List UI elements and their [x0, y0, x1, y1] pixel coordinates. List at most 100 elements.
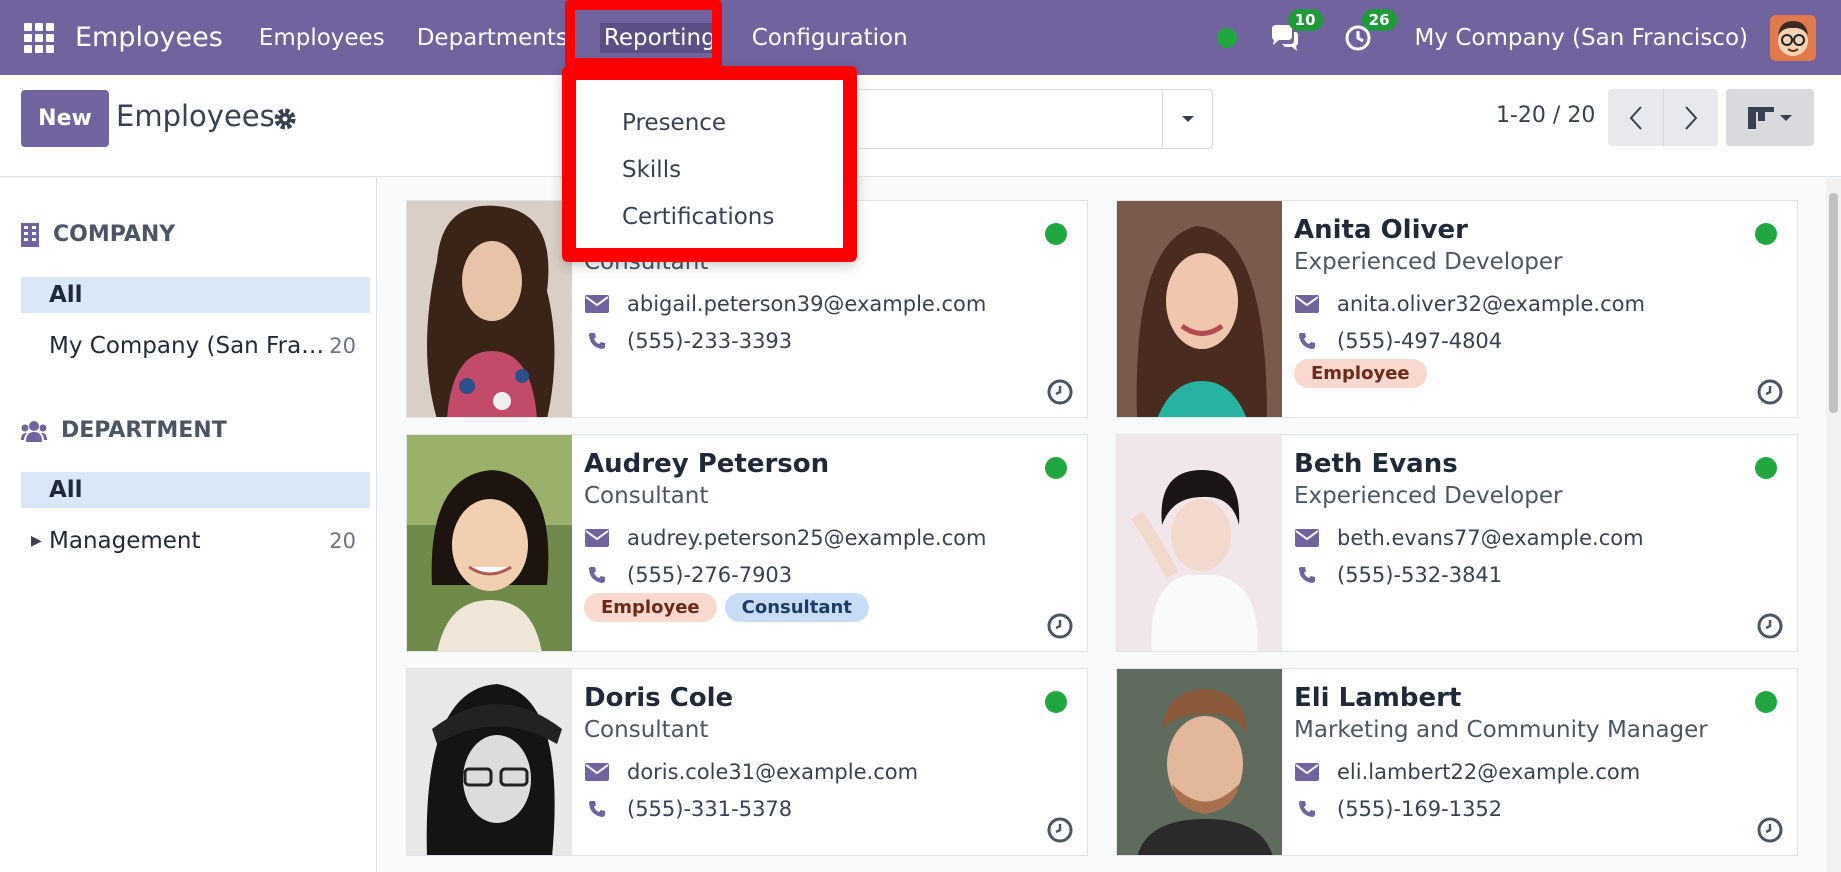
company-switcher[interactable]: My Company (San Francisco) [1415, 25, 1748, 51]
pager-previous-button[interactable] [1608, 89, 1663, 146]
activity-clock-icon[interactable] [1756, 612, 1784, 640]
department-section-label: DEPARTMENT [61, 418, 227, 443]
employee-phone-line: (555)-233-3393 [584, 322, 1077, 359]
menu-configuration[interactable]: Configuration [736, 0, 924, 75]
activity-clock-icon[interactable] [1756, 378, 1784, 406]
employee-email: audrey.peterson25@example.com [627, 525, 987, 550]
filter-label: Management [49, 528, 201, 554]
pager-buttons [1608, 89, 1718, 146]
employee-card[interactable]: Anita Oliver Experienced Developer anita… [1116, 200, 1798, 418]
messages-badge: 10 [1287, 8, 1323, 31]
filter-label: All [49, 282, 83, 308]
pager-next-button[interactable] [1663, 89, 1718, 146]
employee-photo [1117, 669, 1282, 855]
employee-tags: Employee Consultant [584, 593, 1077, 622]
menu-departments[interactable]: Departments [401, 0, 584, 75]
envelope-icon [584, 294, 610, 313]
employee-phone: (555)-331-5378 [627, 796, 793, 821]
employee-email: abigail.peterson39@example.com [627, 291, 987, 316]
chevron-right-icon [1685, 105, 1698, 130]
employee-name: Anita Oliver [1294, 215, 1468, 245]
presence-dot [1045, 223, 1067, 245]
users-icon [21, 420, 47, 442]
employee-name: Doris Cole [584, 683, 734, 713]
employee-phone-line: (555)-497-4804 [1294, 322, 1787, 359]
menu-item-presence[interactable]: Presence [622, 110, 726, 136]
kanban-scrollbar[interactable] [1826, 178, 1841, 872]
employee-tags: Employee [1294, 359, 1787, 388]
employee-phone-line: (555)-276-7903 [584, 556, 1077, 593]
scrollbar-thumb[interactable] [1829, 193, 1838, 413]
employee-email: beth.evans77@example.com [1337, 525, 1644, 550]
phone-icon [1294, 800, 1320, 818]
company-filter-my-company[interactable]: My Company (San Fra… 20 [21, 328, 370, 364]
activities-button[interactable]: 26 [1341, 8, 1397, 55]
chevron-left-icon [1629, 105, 1642, 130]
employee-card[interactable]: Doris Cole Consultant doris.cole31@examp… [406, 668, 1088, 856]
employee-email: eli.lambert22@example.com [1337, 759, 1641, 784]
activity-clock-icon[interactable] [1046, 612, 1074, 640]
employee-photo [407, 201, 572, 417]
presence-dot [1045, 457, 1067, 479]
phone-icon [1294, 566, 1320, 584]
presence-dot [1045, 691, 1067, 713]
menu-employees[interactable]: Employees [243, 0, 401, 75]
highlight-reporting [565, 0, 722, 68]
caret-right-icon[interactable]: ▶ [31, 533, 42, 549]
department-filter-management[interactable]: ▶ Management 20 [21, 523, 370, 559]
apps-menu-icon[interactable] [21, 20, 57, 56]
phone-icon [584, 332, 610, 350]
gear-icon[interactable] [272, 106, 298, 132]
activity-clock-icon[interactable] [1046, 378, 1074, 406]
envelope-icon [584, 528, 610, 547]
envelope-icon [584, 762, 610, 781]
employee-email-line: audrey.peterson25@example.com [584, 519, 1077, 556]
envelope-icon [1294, 762, 1320, 781]
new-button[interactable]: New [21, 90, 109, 147]
presence-status-dot [1216, 27, 1237, 48]
employee-email-line: beth.evans77@example.com [1294, 519, 1787, 556]
employee-email-line: eli.lambert22@example.com [1294, 753, 1787, 790]
employee-email: doris.cole31@example.com [627, 759, 919, 784]
employee-card[interactable]: Audrey Peterson Consultant audrey.peters… [406, 434, 1088, 652]
employee-phone: (555)-276-7903 [627, 562, 793, 587]
kanban-view: Consultant abigail.peterson39@example.co… [378, 178, 1841, 872]
employee-photo [1117, 435, 1282, 651]
search-input[interactable] [820, 89, 1213, 149]
filter-label: My Company (San Fra… [49, 333, 325, 359]
messages-button[interactable]: 10 [1267, 8, 1323, 55]
menu-item-skills[interactable]: Skills [622, 157, 681, 183]
employee-phone-line: (555)-169-1352 [1294, 790, 1787, 827]
company-section-label: COMPANY [53, 222, 176, 247]
company-filter-all[interactable]: All [21, 277, 370, 313]
employee-card[interactable]: Eli Lambert Marketing and Community Mana… [1116, 668, 1798, 856]
employee-job: Consultant [584, 717, 709, 743]
tag-consultant: Consultant [724, 593, 869, 622]
phone-icon [584, 566, 610, 584]
top-navbar: Employees Employees Departments Reportin… [0, 0, 1841, 75]
search-panel: COMPANY All My Company (San Fra… 20 DEPA… [0, 178, 377, 872]
user-avatar-icon [1770, 14, 1816, 61]
employee-phone-line: (555)-532-3841 [1294, 556, 1787, 593]
search-options-toggle[interactable] [1162, 90, 1212, 148]
employee-email-line: doris.cole31@example.com [584, 753, 1077, 790]
employee-job: Experienced Developer [1294, 483, 1563, 509]
employee-email-line: anita.oliver32@example.com [1294, 285, 1787, 322]
pager-value[interactable]: 1-20 / 20 [1496, 103, 1595, 128]
menu-item-certifications[interactable]: Certifications [622, 204, 774, 230]
employee-photo [1117, 201, 1282, 417]
activity-clock-icon[interactable] [1046, 816, 1074, 844]
app-title[interactable]: Employees [75, 22, 223, 53]
view-switcher-button[interactable] [1726, 89, 1814, 146]
employee-card[interactable]: Beth Evans Experienced Developer beth.ev… [1116, 434, 1798, 652]
reporting-dropdown-menu: Presence Skills Certifications [562, 66, 857, 262]
presence-dot [1755, 223, 1777, 245]
employee-job: Experienced Developer [1294, 249, 1563, 275]
envelope-icon [1294, 294, 1320, 313]
user-avatar[interactable] [1770, 14, 1816, 61]
activity-clock-icon[interactable] [1756, 816, 1784, 844]
employee-email: anita.oliver32@example.com [1337, 291, 1645, 316]
presence-dot [1755, 691, 1777, 713]
employee-phone: (555)-532-3841 [1337, 562, 1503, 587]
department-filter-all[interactable]: All [21, 472, 370, 508]
